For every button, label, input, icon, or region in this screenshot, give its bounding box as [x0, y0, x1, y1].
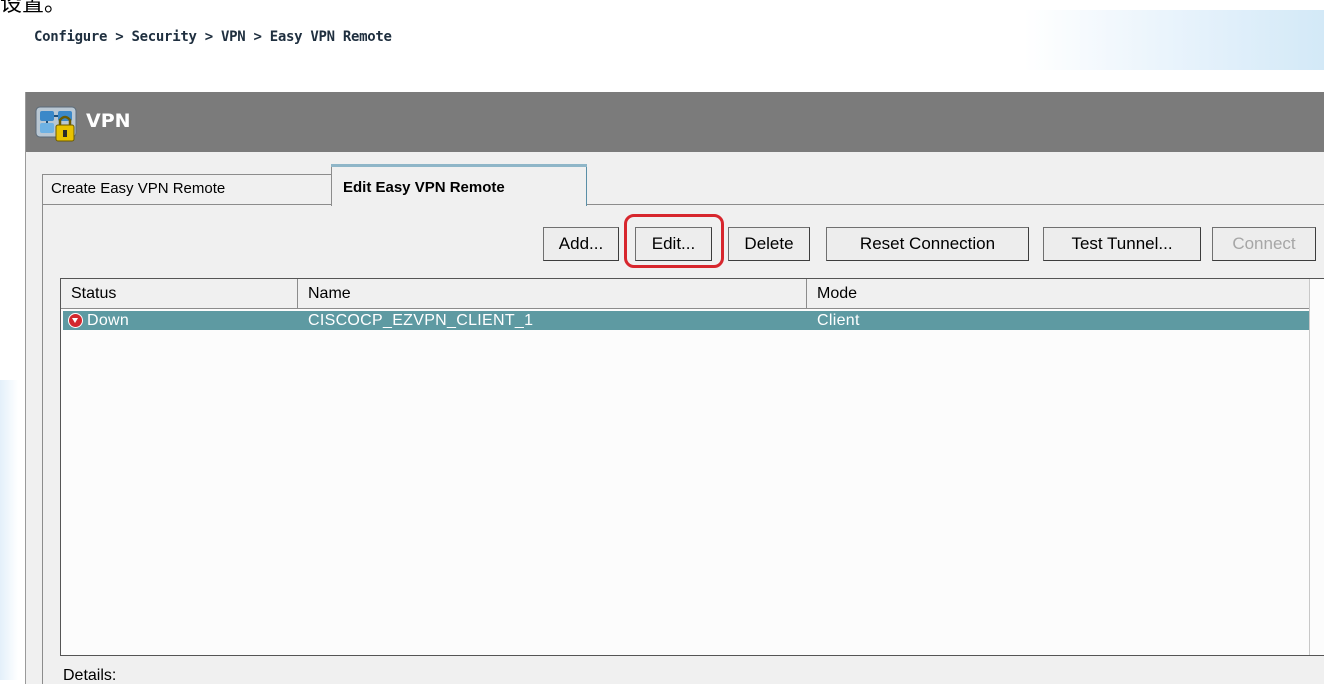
column-header-name[interactable]: Name: [298, 279, 807, 309]
active-tab-accent: [331, 164, 587, 167]
connect-button[interactable]: Connect: [1212, 227, 1316, 261]
vpn-panel: VPN Create Easy VPN Remote Edit Easy VPN…: [25, 92, 1324, 684]
details-label: Details:: [63, 667, 117, 684]
breadcrumb: Configure > Security > VPN > Easy VPN Re…: [34, 29, 392, 45]
vpn-header-bar: VPN: [26, 92, 1324, 152]
test-tunnel-button[interactable]: Test Tunnel...: [1043, 227, 1201, 261]
vpn-network-lock-icon: [35, 106, 77, 142]
cell-name: CISCOCP_EZVPN_CLIENT_1: [308, 312, 534, 329]
page-title: VPN: [86, 110, 131, 132]
tab-create-easy-vpn-remote[interactable]: Create Easy VPN Remote: [42, 174, 334, 204]
edit-button-highlight: [624, 214, 724, 268]
table-scrollbar[interactable]: [1309, 279, 1324, 655]
top-caption-text: 设置。: [0, 0, 67, 17]
tab-content-border: [42, 204, 1324, 205]
table-row[interactable]: Down CISCOCP_EZVPN_CLIENT_1 Client: [63, 311, 1310, 330]
reset-connection-button[interactable]: Reset Connection: [826, 227, 1029, 261]
column-header-mode[interactable]: Mode: [807, 279, 1312, 309]
add-button[interactable]: Add...: [543, 227, 619, 261]
column-header-status[interactable]: Status: [61, 279, 298, 309]
cell-mode: Client: [817, 312, 860, 329]
status-down-icon: [68, 313, 83, 328]
background-glow: [1024, 10, 1324, 70]
cell-status: Down: [87, 312, 130, 329]
easy-vpn-remote-table: Status Name Mode Down CISCOCP_EZVPN_CLIE…: [60, 278, 1324, 656]
tab-content-border-left: [42, 204, 43, 684]
background-glow-left: [0, 380, 18, 680]
delete-button[interactable]: Delete: [728, 227, 810, 261]
tab-edit-easy-vpn-remote[interactable]: Edit Easy VPN Remote: [331, 166, 587, 206]
